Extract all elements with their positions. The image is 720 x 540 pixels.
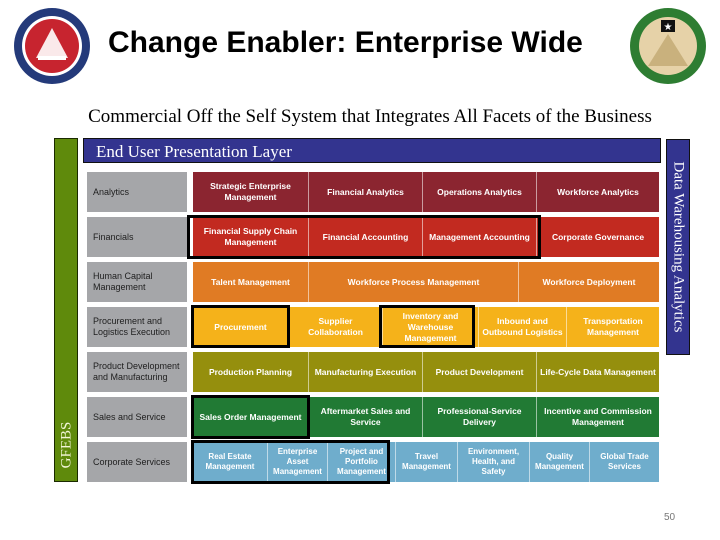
capability-cell: Quality Management bbox=[530, 442, 590, 482]
capability-row: Sales and Service Sales Order Management A… bbox=[87, 397, 659, 437]
row-cells: Financial Supply Chain Management Financi… bbox=[193, 217, 659, 257]
gfebs-bar: GFEBS bbox=[54, 138, 78, 482]
capability-cell: Supplier Collaboration bbox=[289, 307, 383, 347]
capability-cell: Workforce Deployment bbox=[519, 262, 659, 302]
row-cells: Talent Management Workforce Process Manag… bbox=[193, 262, 659, 302]
data-warehousing-bar: Data Warehousing Analytics bbox=[666, 139, 690, 355]
row-cells: Sales Order Management Aftermarket Sales … bbox=[193, 397, 659, 437]
capability-cell: Procurement bbox=[193, 307, 289, 347]
capability-cell: Sales Order Management bbox=[193, 397, 309, 437]
row-label: Sales and Service bbox=[87, 397, 187, 437]
row-cells: Real Estate Management Enterprise Asset M… bbox=[193, 442, 659, 482]
capability-cell: Environment, Health, and Safety bbox=[458, 442, 530, 482]
capability-row: Procurement and Logistics Execution Procu… bbox=[87, 307, 659, 347]
capability-cell: Travel Management bbox=[396, 442, 458, 482]
capability-cell: Aftermarket Sales and Service bbox=[309, 397, 423, 437]
capability-cell: Workforce Process Management bbox=[309, 262, 519, 302]
row-label: Financials bbox=[87, 217, 187, 257]
capability-cell: Life-Cycle Data Management bbox=[537, 352, 659, 392]
capability-cell: Project and Portfolio Management bbox=[328, 442, 396, 482]
presentation-layer-label: End User Presentation Layer bbox=[96, 142, 292, 161]
capability-cell: Financial Analytics bbox=[309, 172, 423, 212]
row-label: Product Development and Manufacturing bbox=[87, 352, 187, 392]
capability-cell: Inbound and Outbound Logistics bbox=[479, 307, 567, 347]
capability-cell: Workforce Analytics bbox=[537, 172, 659, 212]
capability-cell: Financial Supply Chain Management bbox=[193, 217, 309, 257]
capability-cell: Corporate Governance bbox=[537, 217, 659, 257]
capability-cell: Production Planning bbox=[193, 352, 309, 392]
capability-cell: Management Accounting bbox=[423, 217, 537, 257]
row-cells: Procurement Supplier Collaboration Invento… bbox=[193, 307, 659, 347]
row-cells: Production Planning Manufacturing Executi… bbox=[193, 352, 659, 392]
row-label: Corporate Services bbox=[87, 442, 187, 482]
subtitle: Commercial Off the Self System that Inte… bbox=[88, 106, 652, 127]
capability-cell: Product Development bbox=[423, 352, 537, 392]
capability-cell: Incentive and Commission Management bbox=[537, 397, 659, 437]
capability-cell: Manufacturing Execution bbox=[309, 352, 423, 392]
capability-row: Analytics Strategic Enterprise Management… bbox=[87, 172, 659, 212]
svg-text:★: ★ bbox=[664, 22, 673, 33]
capability-cell: Global Trade Services bbox=[590, 442, 659, 482]
capability-row: Corporate Services Real Estate Management… bbox=[87, 442, 659, 482]
page-number: 50 bbox=[664, 512, 676, 523]
capability-cell: Talent Management bbox=[193, 262, 309, 302]
row-label: Human Capital Management bbox=[87, 262, 187, 302]
capability-row: Product Development and Manufacturing Pro… bbox=[87, 352, 659, 392]
army-program-management-seal-logo: ★ bbox=[628, 6, 708, 86]
capability-cell: Real Estate Management bbox=[193, 442, 268, 482]
capability-cell: Professional-Service Delivery bbox=[423, 397, 537, 437]
row-cells: Strategic Enterprise Management Financial… bbox=[193, 172, 659, 212]
gfebs-label: GFEBS bbox=[58, 421, 75, 469]
capability-cell: Enterprise Asset Management bbox=[268, 442, 328, 482]
page-title: Change Enabler: Enterprise Wide bbox=[108, 26, 583, 59]
capability-cell: Inventory and Warehouse Management bbox=[383, 307, 479, 347]
row-label: Procurement and Logistics Execution bbox=[87, 307, 187, 347]
data-warehousing-label: Data Warehousing Analytics bbox=[670, 161, 687, 333]
capability-cell: Strategic Enterprise Management bbox=[193, 172, 309, 212]
capability-cell: Financial Accounting bbox=[309, 217, 423, 257]
capability-row: Human Capital Management Talent Managemen… bbox=[87, 262, 659, 302]
presentation-layer-bar: End User Presentation Layer bbox=[83, 138, 661, 163]
capability-cell: Operations Analytics bbox=[423, 172, 537, 212]
capability-cell: Transportation Management bbox=[567, 307, 659, 347]
capability-row: Financials Financial Supply Chain Managem… bbox=[87, 217, 659, 257]
row-label: Analytics bbox=[87, 172, 187, 212]
army-secretary-seal-logo bbox=[12, 6, 92, 86]
